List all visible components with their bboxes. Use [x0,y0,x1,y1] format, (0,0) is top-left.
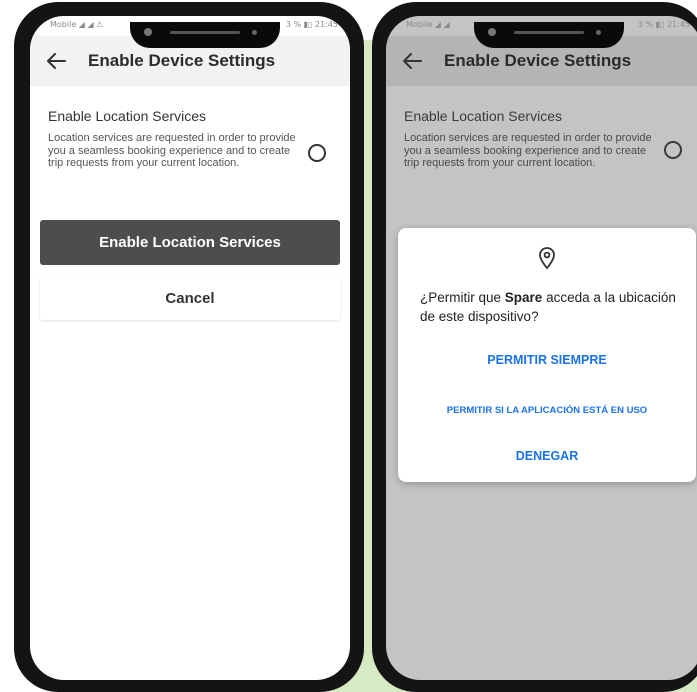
location-services-description: Location services are requested in order… [404,132,652,169]
right-phone-frame: Mobile ◢ ◢ 3 % ▮▯ 21:45 Enable Device Se… [372,2,697,692]
deny-button[interactable]: DENEGAR [398,444,696,468]
location-services-section: Enable Location Services Location servic… [48,108,298,170]
left-phone-screen: Mobile ◢ ◢ ⚠ 3 % ▮▯ 21:45 Enable Device … [30,16,350,680]
permission-message-prefix: ¿Permitir que [420,290,505,305]
location-services-radio[interactable] [308,144,326,162]
sensor-dot [252,30,257,35]
allow-in-use-button[interactable]: PERMITIR SI LA APLICACIÓN ESTÁ EN USO [398,400,696,420]
arrow-left-icon[interactable] [394,43,430,79]
front-camera-icon [144,28,152,36]
location-services-radio[interactable] [664,141,682,159]
left-phone-frame: Mobile ◢ ◢ ⚠ 3 % ▮▯ 21:45 Enable Device … [14,2,364,692]
speaker-grille [514,31,584,34]
page-title: Enable Device Settings [444,51,632,70]
status-left: Mobile ◢ ◢ [406,20,450,29]
permission-message: ¿Permitir que Spare acceda a la ubicació… [420,288,680,326]
permission-app-name: Spare [504,290,543,305]
speaker-grille [170,31,240,34]
location-services-description: Location services are requested in order… [48,132,296,169]
front-camera-icon [488,28,496,36]
status-left: Mobile ◢ ◢ ⚠ [50,20,104,29]
status-right: 3 % ▮▯ 21:45 [285,20,338,29]
right-phone-screen: Mobile ◢ ◢ 3 % ▮▯ 21:45 Enable Device Se… [386,16,697,680]
status-right: 3 % ▮▯ 21:45 [637,20,690,29]
phone-notch [474,22,624,48]
location-permission-dialog: ¿Permitir que Spare acceda a la ubicació… [398,228,696,482]
location-services-title: Enable Location Services [404,108,562,124]
page-title: Enable Device Settings [88,51,276,70]
phone-notch [130,22,280,48]
arrow-left-icon[interactable] [38,43,74,79]
enable-location-services-button[interactable]: Enable Location Services [40,220,340,265]
location-services-title: Enable Location Services [48,108,206,124]
location-pin-icon [537,246,557,270]
allow-always-button[interactable]: PERMITIR SIEMPRE [398,348,696,372]
location-services-section: Enable Location Services Location servic… [404,108,654,170]
cancel-button[interactable]: Cancel [40,276,340,320]
sensor-dot [596,30,601,35]
